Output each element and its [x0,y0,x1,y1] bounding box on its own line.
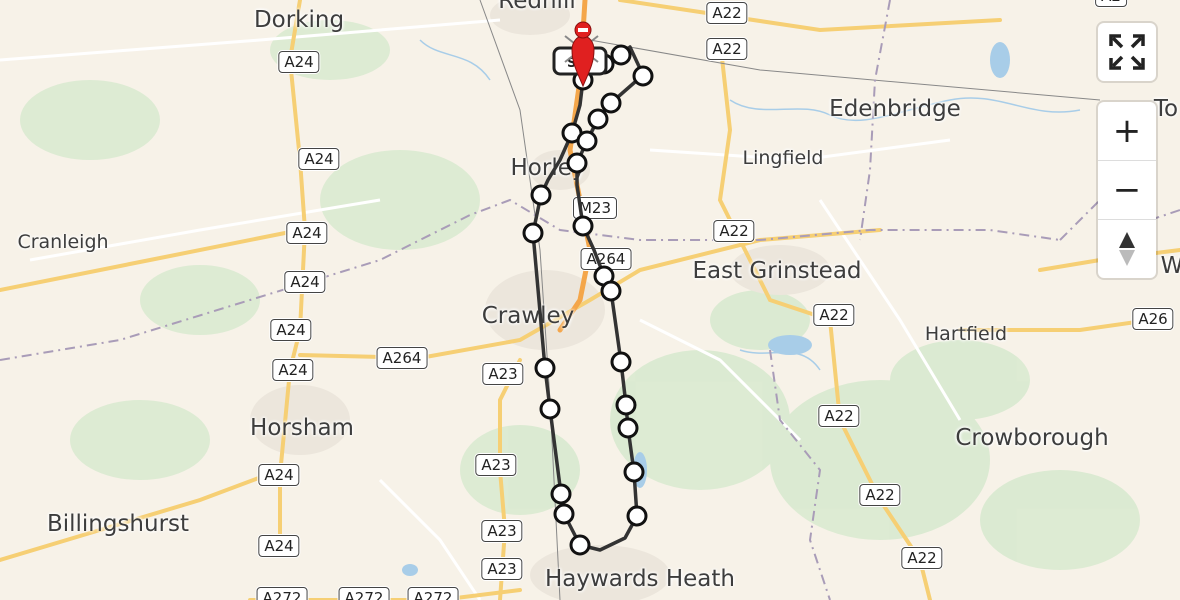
route-waypoint [600,280,622,302]
route-waypoint [610,44,632,66]
minus-icon: − [1112,170,1142,210]
route-waypoint [572,215,594,237]
route-waypoint [550,483,572,505]
fullscreen-button[interactable] [1098,23,1156,81]
route-waypoint [617,417,639,439]
route-waypoint [569,534,591,556]
route-waypoint [632,65,654,87]
route-waypoint [539,398,561,420]
route-waypoint [553,503,575,525]
compass-icon [1119,232,1135,266]
route-waypoint [600,92,622,114]
route-waypoint [623,461,645,483]
fullscreen-control [1098,23,1156,81]
route-waypoint [587,108,609,130]
zoom-control: + − [1098,102,1156,278]
plus-icon: + [1112,111,1142,151]
route-waypoint [610,351,632,373]
route-waypoint [530,184,552,206]
zoom-in-button[interactable]: + [1098,102,1156,160]
route-waypoint [534,357,556,379]
fullscreen-icon [1109,34,1145,70]
route-waypoint [566,152,588,174]
route-waypoint [626,505,648,527]
compass-button[interactable] [1098,220,1156,278]
route-waypoint [615,394,637,416]
route-waypoint [522,222,544,244]
map[interactable]: Dorking Redhill Edenbridge Lingfield Hor… [0,0,1180,600]
route-waypoint [576,130,598,152]
route-layer: ST [522,21,654,556]
zoom-out-button[interactable]: − [1098,161,1156,219]
